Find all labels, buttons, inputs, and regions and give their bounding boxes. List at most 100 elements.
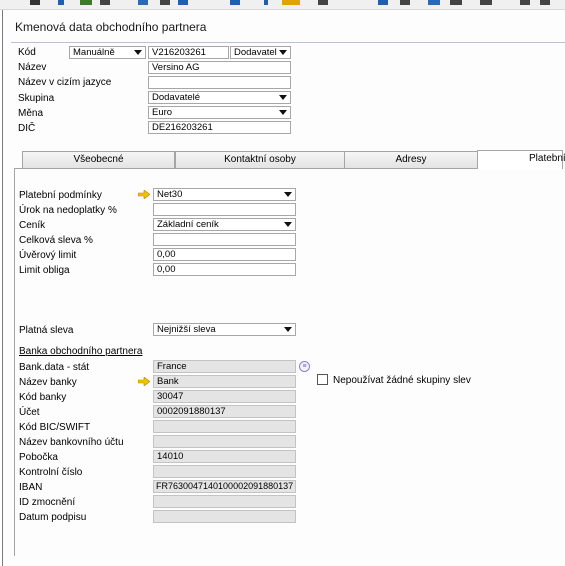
toolbar-icon-8[interactable] (230, 0, 242, 6)
name-label: Název (18, 62, 47, 73)
series-value: Manuálně (73, 47, 115, 58)
no-discount-groups-label: Nepoužívat žádné skupiny slev (333, 375, 471, 386)
currency-label: Měna (18, 108, 44, 119)
payment-terms-value: Net30 (157, 189, 183, 200)
code-label: Kód (18, 47, 36, 58)
link-arrow-icon[interactable] (138, 190, 150, 199)
list-icon[interactable]: ≡ (299, 361, 310, 372)
control-number-field[interactable] (153, 465, 296, 478)
toolbar-icon-13[interactable] (400, 0, 412, 6)
tab-payment-label: Platební (529, 153, 565, 164)
mandate-id-field[interactable] (153, 495, 296, 508)
control-number-label: Kontrolní číslo (19, 467, 83, 478)
effective-discount-label: Platná sleva (19, 325, 74, 336)
bank-name-label: Název banky (19, 377, 77, 388)
toolbar-icon-12[interactable] (378, 0, 390, 6)
group-value: Dodavatelé (152, 92, 201, 103)
toolbar-icon-18[interactable] (540, 0, 552, 6)
chevron-down-icon (284, 222, 292, 227)
toolbar-icon-15[interactable] (450, 0, 464, 6)
title-divider (11, 42, 565, 43)
group-label: Skupina (18, 93, 55, 104)
tax-id-input[interactable]: DE216203261 (148, 121, 291, 134)
commitment-limit-input[interactable]: 0,00 (153, 263, 296, 276)
commitment-limit-label: Limit obliga (19, 265, 70, 276)
payment-terms-label: Platební podmínky (19, 190, 102, 201)
signature-date-label: Datum podpisu (19, 512, 87, 523)
account-field[interactable]: 0002091880137 (153, 405, 296, 418)
iban-field[interactable]: FR7630047140100002091880137 (153, 480, 296, 493)
toolbar-icon-4[interactable] (100, 0, 112, 6)
iban-label: IBAN (19, 482, 43, 493)
effective-discount-dropdown[interactable]: Nejnižší sleva (153, 323, 296, 336)
toolbar-icon-5[interactable] (138, 0, 150, 6)
bank-country-label: Bank.data - stát (19, 362, 90, 373)
price-list-label: Ceník (19, 220, 46, 231)
total-discount-label: Celková sleva % (19, 235, 93, 246)
no-discount-groups-checkbox[interactable] (317, 374, 328, 385)
bic-swift-label: Kód BIC/SWIFT (19, 422, 91, 433)
currency-dropdown[interactable]: Euro (148, 106, 291, 119)
price-list-dropdown[interactable]: Základní ceník (153, 218, 296, 231)
series-dropdown[interactable]: Manuálně (69, 46, 146, 59)
toolbar-icon-16[interactable] (480, 0, 494, 6)
branch-label: Pobočka (19, 452, 58, 463)
credit-limit-label: Úvěrový limit (19, 250, 77, 261)
payment-terms-dropdown[interactable]: Net30 (153, 188, 296, 201)
window-title: Kmenová data obchodního partnera (15, 20, 207, 34)
account-name-field[interactable] (153, 435, 296, 448)
account-label: Účet (19, 407, 40, 418)
total-discount-input[interactable] (153, 233, 296, 246)
toolbar-icon-2[interactable] (56, 0, 66, 6)
toolbar-icon-9[interactable] (262, 0, 270, 6)
bank-country-field[interactable]: France (153, 360, 296, 373)
bank-code-label: Kód banky (19, 392, 67, 403)
toolbar-icon-6[interactable] (160, 0, 172, 6)
partner-type-value: Dodavatel (234, 47, 277, 58)
tab-contacts[interactable]: Kontaktní osoby (175, 151, 345, 168)
bank-code-field[interactable]: 30047 (153, 390, 296, 403)
chevron-down-icon (284, 327, 292, 332)
toolbar-icon-1[interactable] (30, 0, 40, 6)
interest-label: Úrok na nedoplatky % (19, 205, 117, 216)
toolbar-icon-11[interactable] (318, 0, 330, 6)
group-dropdown[interactable]: Dodavatelé (148, 91, 291, 104)
currency-value: Euro (152, 107, 173, 118)
signature-date-field[interactable] (153, 510, 296, 523)
credit-limit-input[interactable]: 0,00 (153, 248, 296, 261)
toolbar-icon-3[interactable] (80, 0, 94, 6)
chevron-down-icon (279, 95, 287, 100)
tab-addresses-label: Adresy (395, 154, 427, 165)
bank-section-title: Banka obchodního partnera (19, 346, 143, 357)
foreign-name-input[interactable] (148, 76, 291, 89)
chevron-down-icon (279, 50, 287, 55)
interest-input[interactable] (153, 203, 296, 216)
link-arrow-icon[interactable] (138, 377, 150, 386)
bank-name-field[interactable]: Bank (153, 375, 296, 388)
tab-addresses[interactable]: Adresy (344, 151, 478, 168)
tax-id-label: DIČ (18, 123, 36, 134)
toolbar-icon-7[interactable] (178, 0, 190, 6)
chevron-down-icon (284, 192, 292, 197)
tab-payment[interactable]: Platební (477, 150, 565, 169)
toolbar-icon-10[interactable] (282, 0, 302, 6)
tab-general[interactable]: Všeobecné (22, 151, 175, 168)
tab-bar: Všeobecné Kontaktní osoby Adresy Platebn… (20, 150, 565, 169)
chevron-down-icon (279, 110, 287, 115)
price-list-value: Základní ceník (157, 219, 219, 230)
tab-general-label: Všeobecné (73, 154, 124, 165)
effective-discount-value: Nejnižší sleva (157, 324, 216, 335)
tab-contacts-label: Kontaktní osoby (224, 154, 296, 165)
account-name-label: Název bankovního účtu (19, 437, 124, 448)
toolbar-icon-17[interactable] (520, 0, 532, 6)
partner-type-dropdown[interactable]: Dodavatel (230, 46, 291, 59)
toolbar (0, 0, 565, 10)
mandate-id-label: ID zmocnění (19, 497, 76, 508)
foreign-name-label: Název v cizím jazyce (18, 77, 112, 88)
chevron-down-icon (134, 50, 142, 55)
toolbar-icon-14[interactable] (428, 0, 442, 6)
code-input[interactable]: V216203261 (148, 46, 229, 59)
name-input[interactable]: Versino AG (148, 61, 291, 74)
bic-swift-field[interactable] (153, 420, 296, 433)
branch-field[interactable]: 14010 (153, 450, 296, 463)
